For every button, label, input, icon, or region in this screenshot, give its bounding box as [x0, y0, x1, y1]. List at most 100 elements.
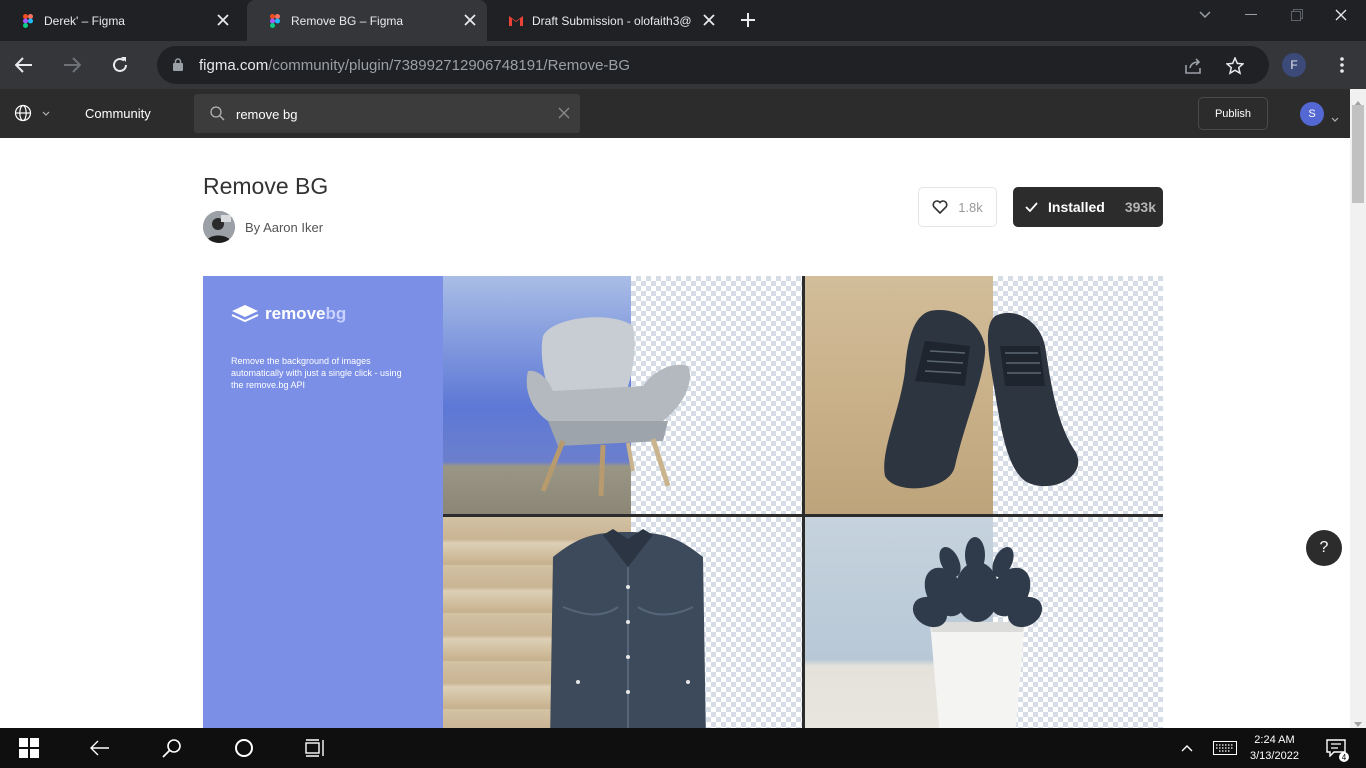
- shoes-graphic: [884, 310, 1079, 489]
- tab-derek-figma[interactable]: Derek' – Figma: [0, 0, 240, 41]
- hero-brand-panel: removebg Remove the background of images…: [203, 276, 443, 728]
- tab-title: Derek' – Figma: [44, 13, 125, 28]
- show-hidden-icons-button[interactable]: [1175, 736, 1199, 760]
- search-icon: [162, 739, 181, 758]
- keyboard-icon: [1213, 741, 1237, 755]
- window-close-button[interactable]: [1326, 4, 1356, 26]
- task-view-icon: [305, 739, 324, 757]
- language-selector[interactable]: [14, 104, 50, 122]
- plugin-title: Remove BG: [203, 173, 329, 199]
- install-count: 393k: [1124, 199, 1156, 215]
- search-button[interactable]: [160, 736, 184, 760]
- shirt-example-image: [443, 517, 802, 728]
- bookmark-star-icon[interactable]: [1224, 55, 1246, 77]
- kebab-menu-icon: [1340, 57, 1344, 73]
- reload-button[interactable]: [106, 51, 134, 79]
- figma-icon: [267, 13, 283, 29]
- shirt-graphic: [550, 529, 706, 728]
- clock-date: 3/13/2022: [1250, 750, 1299, 762]
- logo-text: remove: [265, 304, 326, 323]
- author-name[interactable]: By Aaron Iker: [245, 220, 323, 235]
- search-input[interactable]: [236, 103, 536, 125]
- share-icon[interactable]: [1183, 55, 1205, 77]
- forward-button[interactable]: [58, 51, 86, 79]
- removebg-logo: removebg: [231, 304, 346, 324]
- community-link[interactable]: Community: [85, 106, 151, 121]
- chevron-down-icon: [42, 111, 50, 116]
- plant-graphic: [912, 537, 1043, 728]
- tab-title: Draft Submission - olofaith3@: [532, 13, 692, 28]
- community-search[interactable]: [194, 94, 580, 133]
- clock-time: 2:24 AM: [1254, 734, 1295, 746]
- like-button[interactable]: 1.8k: [918, 187, 997, 227]
- url-path: /community/plugin/738992712906748191/Rem…: [268, 57, 631, 74]
- image-divider: [802, 276, 805, 728]
- plugin-page: Remove BG By Aaron Iker 1.8k Installed 3…: [0, 138, 1350, 728]
- back-button[interactable]: [88, 736, 112, 760]
- browser-menu-button[interactable]: [1330, 53, 1354, 77]
- plant-example-image: [805, 517, 1163, 728]
- chair-graphic: [526, 317, 691, 497]
- start-button[interactable]: [17, 736, 41, 760]
- minimize-button[interactable]: [1236, 4, 1266, 26]
- restore-icon: [1291, 9, 1303, 21]
- like-count: 1.8k: [958, 199, 983, 215]
- author-avatar[interactable]: [203, 211, 235, 243]
- tab-title: Remove BG – Figma: [291, 13, 404, 28]
- installed-button[interactable]: Installed 393k: [1013, 187, 1163, 227]
- scrollbar-thumb[interactable]: [1352, 105, 1364, 203]
- url-text: figma.com/community/plugin/7389927129067…: [199, 57, 630, 74]
- heart-icon: [932, 200, 948, 214]
- search-icon: [210, 106, 225, 126]
- cortana-button[interactable]: [232, 736, 256, 760]
- user-avatar[interactable]: S: [1300, 102, 1324, 126]
- task-view-button[interactable]: [304, 736, 328, 760]
- notification-badge: 4: [1339, 752, 1349, 762]
- maximize-button[interactable]: [1282, 4, 1312, 26]
- tab-search-button[interactable]: [1190, 4, 1220, 26]
- close-tab-icon[interactable]: [214, 11, 232, 29]
- chevron-down-icon[interactable]: [1331, 109, 1339, 127]
- check-icon: [1025, 202, 1038, 212]
- back-button[interactable]: [10, 51, 38, 79]
- tab-remove-bg-figma[interactable]: Remove BG – Figma: [247, 0, 487, 41]
- figma-icon: [20, 13, 36, 29]
- chevron-down-icon: [1199, 11, 1211, 19]
- lock-icon[interactable]: [173, 58, 183, 76]
- plus-icon: [741, 13, 755, 27]
- browser-tab-strip: Derek' – Figma Remove BG – Figma Draft S…: [0, 0, 1366, 41]
- profile-avatar[interactable]: F: [1282, 53, 1306, 77]
- globe-icon: [14, 104, 32, 122]
- gmail-icon: [508, 13, 524, 29]
- plugin-cover-image: removebg Remove the background of images…: [203, 276, 1163, 728]
- new-tab-button[interactable]: [737, 9, 759, 31]
- arrow-left-icon: [90, 740, 109, 756]
- close-tab-icon[interactable]: [700, 11, 718, 29]
- shoes-example-image: [805, 276, 1163, 514]
- windows-logo-icon: [19, 738, 39, 758]
- browser-toolbar: figma.com/community/plugin/7389927129067…: [0, 41, 1366, 89]
- arrow-left-icon: [15, 57, 32, 73]
- url-host: figma.com: [199, 57, 269, 74]
- help-button[interactable]: ?: [1306, 530, 1342, 566]
- publish-button[interactable]: Publish: [1198, 97, 1268, 130]
- hero-description: Remove the background of images automati…: [231, 356, 402, 390]
- keyboard-button[interactable]: [1213, 736, 1237, 760]
- close-tab-icon[interactable]: [461, 11, 479, 29]
- chevron-up-icon: [1181, 745, 1193, 752]
- reload-icon: [113, 57, 127, 72]
- layers-icon: [231, 305, 259, 323]
- cortana-icon: [235, 739, 253, 757]
- arrow-right-icon: [64, 57, 81, 73]
- logo-text-accent: bg: [325, 304, 347, 323]
- windows-taskbar: 2:24 AM 3/13/2022 4: [0, 728, 1366, 768]
- tab-draft-submission[interactable]: Draft Submission - olofaith3@: [488, 0, 726, 41]
- page-scrollbar[interactable]: [1350, 89, 1366, 728]
- system-clock[interactable]: 2:24 AM 3/13/2022: [1250, 732, 1299, 764]
- figma-community-header: Community Publish S: [0, 89, 1366, 138]
- close-icon: [1335, 9, 1347, 21]
- installed-label: Installed: [1048, 199, 1105, 215]
- address-bar[interactable]: figma.com/community/plugin/7389927129067…: [157, 46, 1269, 84]
- clear-search-icon[interactable]: [558, 106, 570, 124]
- chair-example-image: [443, 276, 802, 514]
